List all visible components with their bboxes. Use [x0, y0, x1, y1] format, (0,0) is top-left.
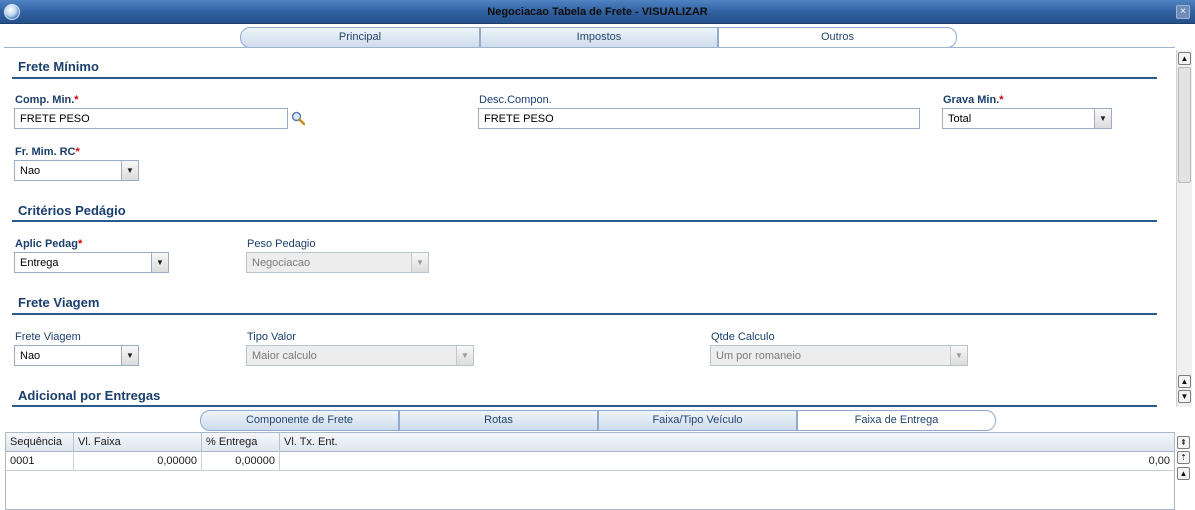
fr-mim-rc-value: Nao [20, 165, 41, 177]
window-title: Negociacao Tabela de Frete - VISUALIZAR [487, 6, 708, 18]
chevron-down-icon[interactable]: ▼ [1094, 109, 1111, 128]
arrow-up-icon[interactable]: ⇡ [1177, 451, 1190, 464]
section-divider [12, 405, 1157, 407]
vertical-scrollbar[interactable]: ▲ ▲ ▼ [1176, 50, 1192, 407]
chevron-down-icon: ▼ [950, 346, 967, 365]
qtde-calculo-label: Qtde Calculo [711, 331, 775, 343]
magnifier-icon[interactable] [291, 111, 305, 125]
aplic-pedag-value: Entrega [20, 257, 59, 269]
frete-viagem-select[interactable]: Nao ▼ [14, 345, 139, 366]
arrow-up-icon[interactable]: ▲ [1177, 467, 1190, 480]
arrow-up-icon[interactable]: ▲ [1178, 52, 1191, 65]
tab-faixa-de-entrega[interactable]: Faixa de Entrega [797, 410, 996, 431]
section-title-adicional-entregas: Adicional por Entregas [18, 388, 161, 403]
comp-min-label: Comp. Min.* [15, 94, 79, 106]
frete-viagem-value: Nao [20, 350, 41, 362]
tab-faixa-tipo-veiculo[interactable]: Faixa/Tipo Veículo [598, 410, 797, 431]
tab-principal[interactable]: Principal [240, 27, 480, 48]
fr-mim-rc-select[interactable]: Nao ▼ [14, 160, 139, 181]
tab-componente-de-frete[interactable]: Componente de Frete [200, 410, 399, 431]
column-header[interactable]: % Entrega [202, 433, 280, 452]
grava-min-label: Grava Min.* [943, 94, 1004, 106]
chevron-down-icon: ▼ [411, 253, 428, 272]
qtde-calculo-value: Um por romaneio [716, 350, 801, 362]
column-header[interactable]: Sequência [6, 433, 74, 452]
qtde-calculo-select: Um por romaneio ▼ [710, 345, 968, 366]
arrow-up-icon[interactable]: ⇞ [1177, 436, 1190, 449]
window-titlebar: Negociacao Tabela de Frete - VISUALIZAR … [0, 0, 1195, 24]
faixa-entrega-grid: Sequência Vl. Faixa % Entrega Vl. Tx. En… [5, 432, 1175, 510]
tipo-valor-select: Maior calculo ▼ [246, 345, 474, 366]
table-cell[interactable]: 0,00000 [74, 452, 202, 471]
scrollbar-thumb[interactable] [1178, 67, 1191, 183]
section-divider [12, 313, 1157, 315]
section-title-criterios-pedagio: Critérios Pedágio [18, 203, 126, 218]
aplic-pedag-label: Aplic Pedag* [15, 238, 83, 250]
arrow-down-icon[interactable]: ▼ [1178, 390, 1191, 403]
fr-mim-rc-label: Fr. Mim. RC* [15, 146, 80, 158]
chevron-down-icon[interactable]: ▼ [151, 253, 168, 272]
grid-scrollbar[interactable]: ⇞ ⇡ ▲ [1176, 433, 1192, 510]
desc-compon-input[interactable]: FRETE PESO [478, 108, 920, 129]
tab-outros[interactable]: Outros [718, 27, 957, 48]
section-divider [12, 220, 1157, 222]
aplic-pedag-select[interactable]: Entrega ▼ [14, 252, 169, 273]
tipo-valor-label: Tipo Valor [247, 331, 296, 343]
section-title-frete-minimo: Frete Mínimo [18, 59, 99, 74]
arrow-up-icon[interactable]: ▲ [1178, 375, 1191, 388]
chevron-down-icon: ▼ [456, 346, 473, 365]
column-header[interactable]: Vl. Faixa [74, 433, 202, 452]
peso-pedagio-label: Peso Pedagio [247, 238, 316, 250]
chevron-down-icon[interactable]: ▼ [121, 161, 138, 180]
table-cell[interactable]: 0,00000 [202, 452, 280, 471]
comp-min-input[interactable]: FRETE PESO [14, 108, 288, 129]
grid-tab-bar: Componente de Frete Rotas Faixa/Tipo Veí… [200, 410, 996, 431]
grid-header: Sequência Vl. Faixa % Entrega Vl. Tx. En… [6, 433, 1174, 452]
table-cell[interactable]: 0001 [6, 452, 74, 471]
grava-min-select[interactable]: Total ▼ [942, 108, 1112, 129]
close-icon[interactable]: × [1176, 5, 1190, 19]
grava-min-value: Total [948, 113, 972, 125]
section-title-frete-viagem: Frete Viagem [18, 295, 100, 310]
frete-viagem-label: Frete Viagem [15, 331, 81, 343]
table-cell[interactable]: 0,00 [280, 452, 1174, 471]
peso-pedagio-select: Negociacao ▼ [246, 252, 429, 273]
column-header[interactable]: Vl. Tx. Ent. [280, 433, 1174, 452]
desc-compon-label: Desc.Compon. [479, 94, 552, 106]
section-divider [12, 77, 1157, 79]
tab-rotas[interactable]: Rotas [399, 410, 598, 431]
peso-pedagio-value: Negociacao [252, 257, 311, 269]
tipo-valor-value: Maior calculo [252, 350, 317, 362]
chevron-down-icon[interactable]: ▼ [121, 346, 138, 365]
main-tab-bar: Principal Impostos Outros [240, 27, 957, 48]
tab-impostos[interactable]: Impostos [480, 27, 718, 48]
